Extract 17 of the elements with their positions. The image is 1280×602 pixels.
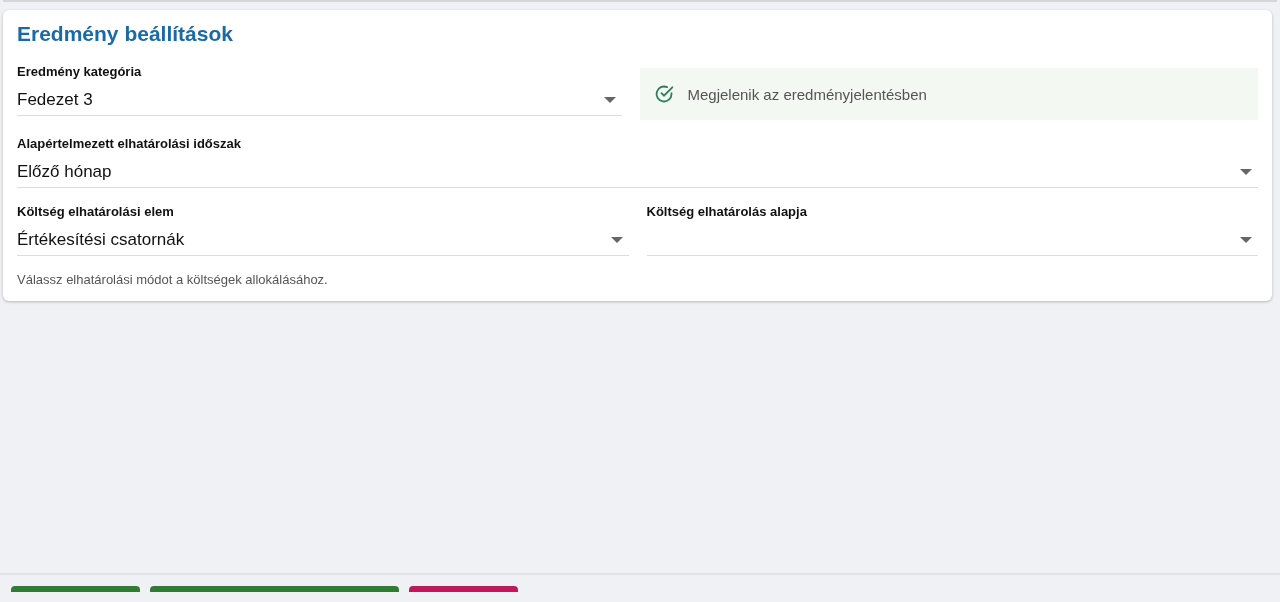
select-field[interactable]: Előző hónap bbox=[17, 157, 1258, 188]
action-button[interactable] bbox=[409, 586, 518, 592]
field-label: Eredmény kategória bbox=[17, 64, 143, 79]
card-title: Eredmény beállítások bbox=[17, 22, 234, 46]
action-button[interactable] bbox=[11, 586, 140, 592]
field-label: Költség elhatárolási elem bbox=[17, 204, 175, 219]
dropdown-caret-icon bbox=[1240, 237, 1252, 243]
field-label: Költség elhatárolás alapja bbox=[646, 204, 808, 219]
status-text: Megjelenik az eredményjelentésben bbox=[687, 85, 927, 103]
field-label: Alapértelmezett elhatárolási időszak bbox=[17, 136, 242, 151]
dropdown-caret-icon bbox=[1240, 169, 1252, 175]
helper-text: Válassz elhatárolási módot a költségek allokálásához. bbox=[17, 272, 329, 287]
dropdown-caret-icon bbox=[610, 237, 623, 243]
action-button[interactable] bbox=[150, 586, 399, 592]
select-field[interactable]: Fedezet 3 bbox=[17, 85, 622, 116]
dropdown-caret-icon bbox=[603, 97, 616, 103]
select-field[interactable]: Értékesítési csatornák bbox=[17, 225, 629, 256]
